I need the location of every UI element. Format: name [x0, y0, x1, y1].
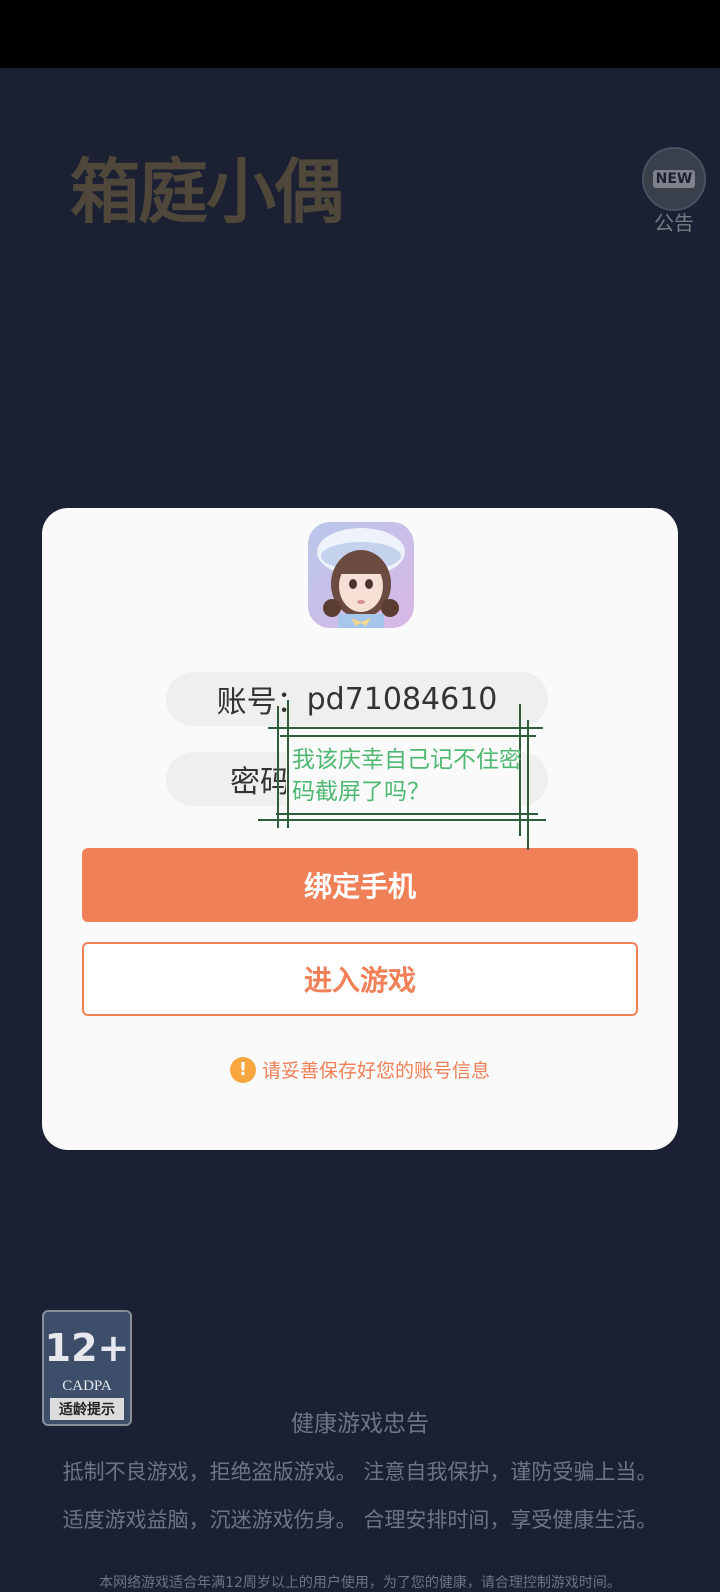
game-logo: 箱庭小偶 — [70, 149, 344, 233]
annotation-overlay: 我该庆幸自己记不住密码截屏了吗？ — [258, 700, 548, 852]
health-line-2: 适度游戏益脑，沉迷游戏伤身。 合理安排时间，享受健康生活。 — [62, 1508, 658, 1532]
bind-phone-button[interactable]: 绑定手机 — [82, 848, 638, 922]
age-org: CADPA — [62, 1378, 112, 1394]
status-bar — [0, 0, 720, 68]
tip-text: 请妥善保存好您的账号信息 — [261, 1060, 490, 1082]
age-number: 12+ — [44, 1326, 130, 1370]
warning-icon: ! — [229, 1056, 256, 1083]
health-notice: 本网络游戏适合年满12周岁以上的用户使用，为了您的健康，请合理控制游戏时间。 — [99, 1575, 621, 1591]
annotation-text: 我该庆幸自己记不住密码截屏了吗？ — [292, 747, 522, 805]
notice-label: 公告 — [654, 211, 694, 235]
enter-game-button[interactable]: 进入游戏 — [82, 942, 638, 1016]
health-line-1: 抵制不良游戏，拒绝盗版游戏。 注意自我保护，谨防受骗上当。 — [62, 1460, 658, 1484]
health-title: 健康游戏忠告 — [291, 1411, 429, 1437]
notice-new-badge: NEW — [652, 170, 696, 188]
game-avatar-icon — [308, 522, 414, 628]
save-account-tip: ! 请妥善保存好您的账号信息 — [42, 1056, 678, 1083]
notice-button[interactable]: NEW 公告 — [642, 147, 712, 237]
notice-icon: NEW — [642, 147, 706, 211]
